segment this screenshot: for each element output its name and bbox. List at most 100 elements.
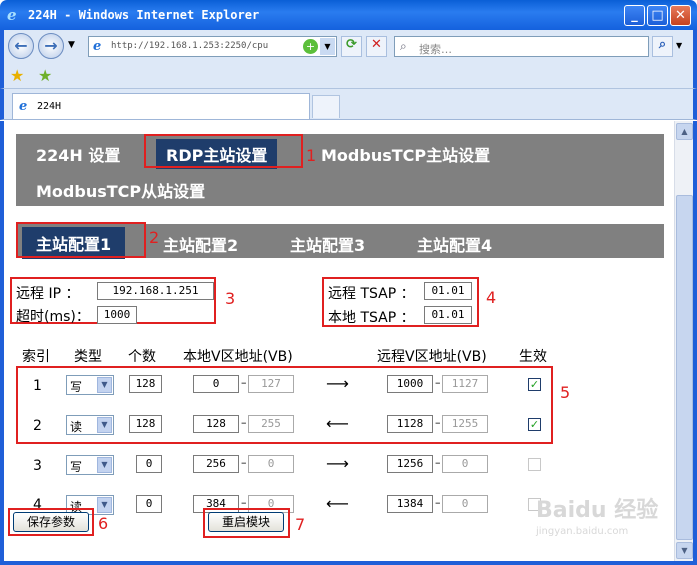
- search-icon: ⌕: [400, 39, 407, 53]
- count-input[interactable]: 0: [136, 455, 162, 473]
- nav-modbustcp-slave-settings[interactable]: ModbusTCP从站设置: [36, 178, 205, 202]
- forward-button[interactable]: →: [38, 33, 64, 59]
- remote-start-input[interactable]: 1000: [387, 375, 433, 393]
- search-go-button[interactable]: ⌕: [652, 36, 673, 57]
- remote-end-field: 1255: [442, 415, 488, 433]
- annotation-box-2: [16, 222, 146, 258]
- range-dash: –: [435, 496, 441, 509]
- type-value: 读: [70, 420, 83, 434]
- address-dropdown-icon[interactable]: ▼: [320, 38, 335, 55]
- search-options-icon[interactable]: ▼: [676, 41, 682, 50]
- refresh-button[interactable]: ⟳: [341, 36, 362, 57]
- go-icon[interactable]: +: [303, 39, 318, 54]
- window-title: 224H - Windows Internet Explorer: [28, 8, 260, 22]
- enabled-checkbox[interactable]: [528, 458, 541, 471]
- type-select[interactable]: 读 ▼: [66, 415, 114, 435]
- tab-master-config-3[interactable]: 主站配置3: [290, 232, 365, 256]
- scroll-thumb[interactable]: [676, 195, 693, 540]
- range-dash: –: [435, 456, 441, 469]
- remote-start-input[interactable]: 1128: [387, 415, 433, 433]
- annotation-box-6: [8, 508, 94, 536]
- type-select[interactable]: 写 ▼: [66, 375, 114, 395]
- annotation-box-1: [144, 134, 303, 168]
- chevron-down-icon: ▼: [97, 377, 112, 393]
- address-bar[interactable]: e http://192.168.1.253:2250/cpu + ▼: [88, 36, 337, 57]
- count-input[interactable]: 0: [136, 495, 162, 513]
- annotation-6: 6: [98, 514, 109, 533]
- browser-tab-label: 224H: [37, 101, 62, 112]
- local-end-field: 127: [248, 375, 294, 393]
- new-tab-button[interactable]: [312, 95, 340, 118]
- window-frame-right: [693, 121, 697, 561]
- remote-start-input[interactable]: 1256: [387, 455, 433, 473]
- row-index: 1: [33, 378, 42, 394]
- timeout-label: 超时(ms)：: [16, 309, 90, 325]
- tab-ie-icon: e: [19, 99, 28, 114]
- local-end-field: 255: [248, 415, 294, 433]
- annotation-1: 1: [306, 146, 317, 165]
- vertical-scrollbar[interactable]: ▲ ▼: [674, 121, 693, 561]
- tab-master-config-4[interactable]: 主站配置4: [417, 232, 492, 256]
- back-button[interactable]: ←: [8, 33, 34, 59]
- chevron-down-icon: ▼: [97, 457, 112, 473]
- page-content: 224H 设置 RDP主站设置 ModbusTCP主站设置 ModbusTCP从…: [4, 121, 674, 561]
- history-dropdown-icon[interactable]: ▼: [68, 40, 75, 50]
- local-start-input[interactable]: 0: [193, 375, 239, 393]
- enabled-checkbox[interactable]: ✓: [528, 378, 541, 391]
- remote-tsap-label: 远程 TSAP ：: [328, 286, 415, 302]
- range-dash: –: [435, 376, 441, 389]
- browser-tab-224h[interactable]: e 224H: [12, 93, 310, 119]
- search-box[interactable]: ⌕ 搜索…: [394, 36, 649, 57]
- page-icon: e: [93, 39, 102, 54]
- annotation-5: 5: [560, 383, 571, 402]
- count-input[interactable]: 128: [129, 375, 162, 393]
- type-select[interactable]: 写 ▼: [66, 455, 114, 475]
- close-window-button[interactable]: ✕: [670, 5, 691, 26]
- range-dash: –: [435, 416, 441, 429]
- local-tsap-input[interactable]: 01.01: [424, 306, 472, 324]
- favorites-bar: ★ ★: [0, 63, 697, 89]
- read-arrow-icon: ⟵: [326, 494, 349, 513]
- minimize-button[interactable]: _: [624, 5, 645, 26]
- range-dash: –: [241, 456, 247, 469]
- stop-button[interactable]: ✕: [366, 36, 387, 57]
- navigation-bar: ← → ▼ e http://192.168.1.253:2250/cpu + …: [0, 30, 697, 63]
- header-remote-v-address: 远程V区地址(VB): [377, 349, 487, 365]
- nav-224h-settings[interactable]: 224H 设置: [36, 142, 120, 166]
- nav-modbustcp-master-settings[interactable]: ModbusTCP主站设置: [321, 142, 490, 166]
- type-value: 写: [70, 380, 83, 394]
- write-arrow-icon: ⟶: [326, 374, 349, 393]
- main-nav: 224H 设置 RDP主站设置 ModbusTCP主站设置 ModbusTCP从…: [16, 134, 664, 206]
- scroll-up-icon[interactable]: ▲: [676, 123, 693, 140]
- baidu-watermark: Baidu 经验: [536, 498, 659, 523]
- tab-master-config-2[interactable]: 主站配置2: [163, 232, 238, 256]
- write-arrow-icon: ⟶: [326, 454, 349, 473]
- window-title-bar: e 224H - Windows Internet Explorer _ □ ✕: [0, 0, 697, 30]
- ie-logo-icon: e: [7, 6, 17, 24]
- remote-ip-label: 远程 IP ：: [16, 286, 80, 302]
- header-type: 类型: [74, 349, 102, 365]
- remote-ip-input[interactable]: 192.168.1.251: [97, 282, 214, 300]
- count-input[interactable]: 128: [129, 415, 162, 433]
- remote-end-field: 0: [442, 455, 488, 473]
- header-local-v-address: 本地V区地址(VB): [183, 349, 293, 365]
- remote-tsap-input[interactable]: 01.01: [424, 282, 472, 300]
- maximize-button[interactable]: □: [647, 5, 668, 26]
- header-index: 索引: [22, 349, 50, 365]
- annotation-7: 7: [295, 515, 306, 534]
- annotation-3: 3: [225, 289, 236, 308]
- scroll-down-icon[interactable]: ▼: [676, 542, 693, 559]
- favorites-star-icon[interactable]: ★: [10, 66, 24, 85]
- local-start-input[interactable]: 256: [193, 455, 239, 473]
- local-tsap-label: 本地 TSAP ：: [328, 310, 415, 326]
- window-frame-bottom: [0, 561, 697, 565]
- chevron-down-icon: ▼: [97, 497, 112, 513]
- enabled-checkbox[interactable]: ✓: [528, 418, 541, 431]
- remote-start-input[interactable]: 1384: [387, 495, 433, 513]
- timeout-input[interactable]: 1000: [97, 306, 137, 324]
- header-count: 个数: [128, 349, 156, 365]
- local-start-input[interactable]: 128: [193, 415, 239, 433]
- remote-end-field: 0: [442, 495, 488, 513]
- add-favorite-icon[interactable]: ★: [38, 66, 52, 85]
- address-url[interactable]: http://192.168.1.253:2250/cpu: [111, 41, 268, 51]
